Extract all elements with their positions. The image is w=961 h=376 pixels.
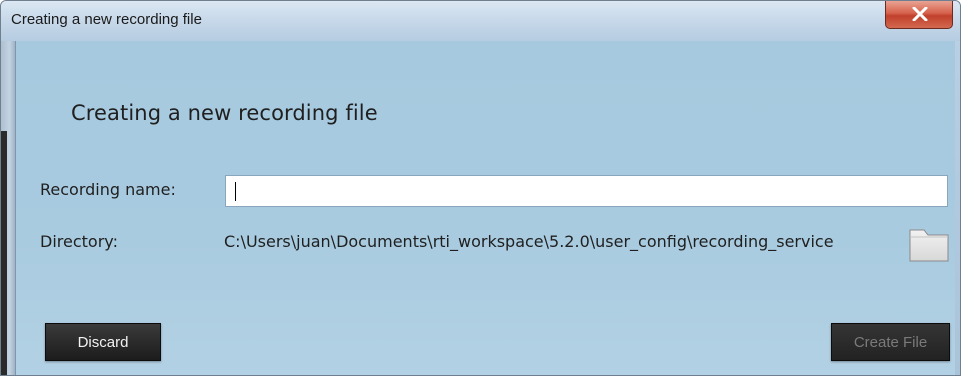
background-window-edge — [1, 131, 7, 375]
dialog-window: Creating a new recording file Creating a… — [0, 0, 961, 376]
recording-name-input[interactable] — [225, 175, 948, 207]
recording-name-label: Recording name: — [40, 180, 176, 199]
dialog-heading: Creating a new recording file — [71, 101, 378, 125]
close-icon — [912, 7, 928, 21]
directory-path: C:\Users\juan\Documents\rti_workspace\5.… — [224, 232, 834, 251]
title-bar[interactable]: Creating a new recording file — [1, 1, 960, 41]
discard-button[interactable]: Discard — [45, 323, 161, 361]
window-title: Creating a new recording file — [11, 11, 202, 28]
text-caret — [235, 182, 236, 201]
close-button[interactable] — [885, 1, 953, 29]
dialog-content: Creating a new recording file Recording … — [15, 41, 955, 375]
create-file-button[interactable]: Create File — [831, 323, 950, 361]
directory-label: Directory: — [40, 232, 118, 251]
window-left-frame — [1, 41, 15, 375]
folder-icon — [909, 229, 949, 262]
browse-folder-button[interactable] — [907, 224, 951, 264]
